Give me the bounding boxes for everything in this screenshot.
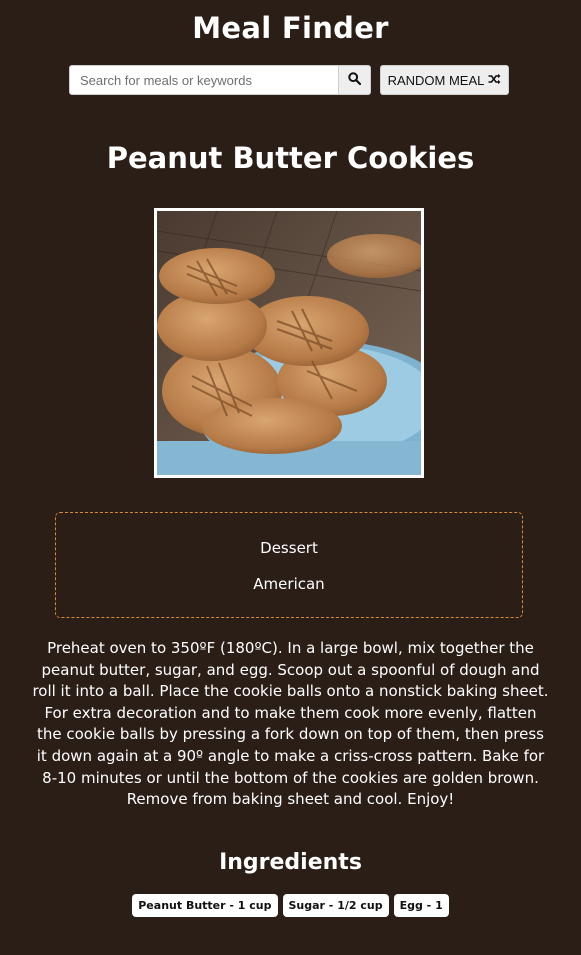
ingredients-list: Peanut Butter - 1 cup Sugar - 1/2 cup Eg… [0,894,581,917]
app-title: Meal Finder [192,11,389,45]
search-input[interactable] [69,65,339,95]
ingredient-item: Egg - 1 [393,894,449,917]
shuffle-icon [488,73,501,88]
random-meal-button[interactable]: RANDOM MEAL [380,65,509,95]
search-button[interactable] [339,65,371,95]
meal-image [154,208,424,478]
search-form [69,65,371,95]
search-icon [348,72,362,88]
meal-instructions: Preheat oven to 350ºF (180ºC). In a larg… [32,639,549,809]
meal-area: American [253,575,325,593]
ingredient-item: Sugar - 1/2 cup [282,894,389,917]
random-meal-label: RANDOM MEAL [387,72,485,88]
meal-finder-page: Meal Finder RANDOM MEAL Peanut Butter Co… [0,0,581,955]
ingredients-title: Ingredients [219,850,362,875]
cookies-illustration [157,211,421,475]
ingredient-item: Peanut Butter - 1 cup [132,894,278,917]
meal-info-box: Dessert American [55,512,523,618]
meal-title: Peanut Butter Cookies [106,141,475,175]
meal-category: Dessert [260,539,318,557]
